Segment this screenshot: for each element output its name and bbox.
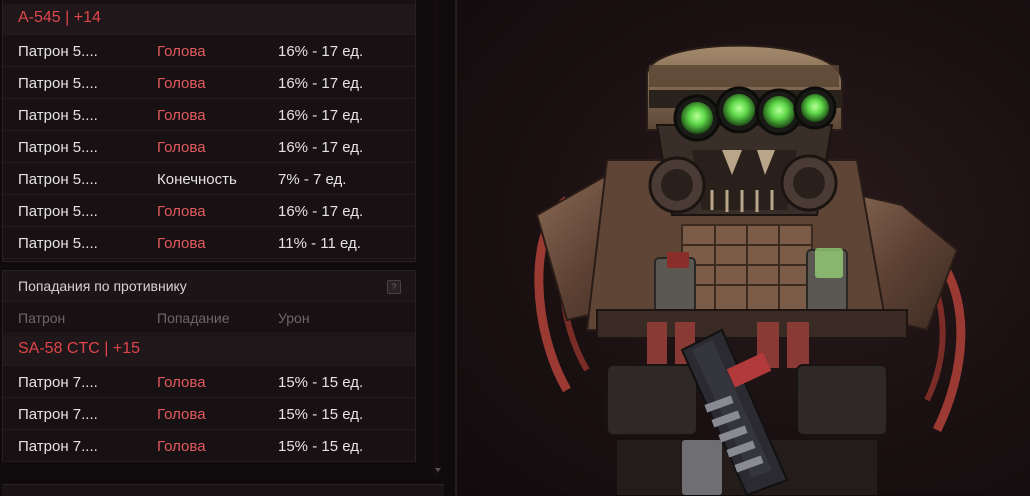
column-header-hit: Попадание: [157, 310, 230, 326]
ammo-name: Патрон 5....: [18, 43, 98, 60]
character-model-view[interactable]: [457, 0, 1030, 495]
hit-row[interactable]: Патрон 5.... Голова 16% - 17 ед.: [3, 132, 415, 163]
scrollbar[interactable]: [433, 0, 439, 478]
hit-row[interactable]: Патрон 5.... Голова 11% - 11 ед.: [3, 228, 415, 259]
hit-row[interactable]: Патрон 7.... Голова 15% - 15 ед.: [3, 431, 415, 462]
ammo-name: Патрон 5....: [18, 203, 98, 220]
damage-value: 15% - 15 ед.: [278, 438, 364, 455]
column-header-row: Патрон Попадание Урон: [3, 303, 415, 334]
damage-value: 7% - 7 ед.: [278, 171, 347, 188]
hit-zone: Голова: [157, 107, 206, 124]
hit-row[interactable]: Патрон 5.... Голова 16% - 17 ед.: [3, 36, 415, 67]
column-header-ammo: Патрон: [18, 310, 66, 326]
ammo-name: Патрон 7....: [18, 406, 98, 423]
ammo-name: Патрон 5....: [18, 235, 98, 252]
damage-value: 15% - 15 ед.: [278, 374, 364, 391]
ammo-name: Патрон 7....: [18, 374, 98, 391]
hit-zone: Голова: [157, 235, 206, 252]
next-panel-edge: [2, 484, 444, 496]
hit-zone: Голова: [157, 139, 206, 156]
hit-row[interactable]: Патрон 5.... Конечность 7% - 7 ед.: [3, 164, 415, 195]
armored-soldier-model: [534, 44, 966, 495]
damage-value: 15% - 15 ед.: [278, 406, 364, 423]
ammo-name: Патрон 5....: [18, 107, 98, 124]
device-screen: [815, 248, 843, 278]
hits-panel-previous: А-545 | +14 Патрон 5.... Голова 16% - 17 е…: [2, 0, 416, 262]
damage-value: 11% - 11 ед.: [278, 235, 361, 252]
hit-zone: Голова: [157, 203, 206, 220]
weapon-name: А-545 | +14: [18, 9, 101, 26]
ammo-name: Патрон 5....: [18, 139, 98, 156]
ammo-name: Патрон 7....: [18, 438, 98, 455]
hit-zone: Голова: [157, 374, 206, 391]
hit-zone: Голова: [157, 406, 206, 423]
hit-row[interactable]: Патрон 5.... Голова 16% - 17 ед.: [3, 100, 415, 131]
weapon-header-row[interactable]: А-545 | +14: [3, 4, 415, 35]
damage-value: 16% - 17 ед.: [278, 107, 364, 124]
weapon-name: SA-58 CTC | +15: [18, 340, 140, 357]
hit-row[interactable]: Патрон 7.... Голова 15% - 15 ед.: [3, 367, 415, 398]
column-header-damage: Урон: [278, 310, 310, 326]
ammo-name: Патрон 5....: [18, 171, 98, 188]
hit-row[interactable]: Патрон 5.... Голова 16% - 17 ед.: [3, 68, 415, 99]
section-header[interactable]: Попадания по противнику ?: [3, 271, 415, 302]
hit-zone: Голова: [157, 438, 206, 455]
hit-row[interactable]: Патрон 7.... Голова 15% - 15 ед.: [3, 399, 415, 430]
damage-value: 16% - 17 ед.: [278, 75, 364, 92]
hit-zone: Голова: [157, 75, 206, 92]
damage-value: 16% - 17 ед.: [278, 43, 364, 60]
damage-value: 16% - 17 ед.: [278, 139, 364, 156]
ammo-name: Патрон 5....: [18, 75, 98, 92]
section-title: Попадания по противнику: [18, 278, 187, 294]
weapon-header-row[interactable]: SA-58 CTC | +15: [3, 335, 415, 366]
help-icon[interactable]: ?: [387, 280, 401, 294]
hit-zone: Голова: [157, 43, 206, 60]
hits-on-enemy-panel: Попадания по противнику ? Патрон Попадан…: [2, 270, 416, 462]
hit-row[interactable]: Патрон 5.... Голова 16% - 17 ед.: [3, 196, 415, 227]
damage-value: 16% - 17 ед.: [278, 203, 364, 220]
scroll-down-arrow-icon[interactable]: [435, 468, 441, 472]
hit-zone: Конечность: [157, 171, 237, 188]
